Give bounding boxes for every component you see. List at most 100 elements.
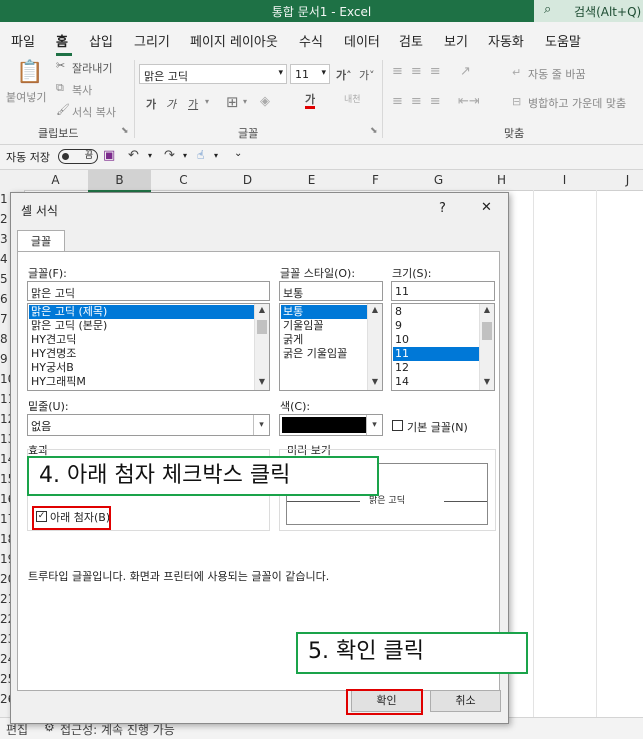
undo-icon[interactable]: ↶ [128,148,139,163]
size-input[interactable]: 11 [391,281,495,301]
underline-button[interactable]: 가 [188,96,198,112]
scroll-up-icon[interactable]: ▲ [480,305,494,317]
column-header[interactable]: G [407,173,470,187]
tab-review[interactable]: 검토 [399,31,423,50]
list-item[interactable]: 14 [393,375,409,389]
paste-icon[interactable]: 📋 [16,60,43,85]
list-item[interactable]: 8 [393,305,402,319]
vertical-align-icons[interactable]: ≡≡≡ [392,64,449,79]
underline-select[interactable]: 없음 ▾ [27,414,270,436]
save-icon[interactable]: ▣ [103,148,115,163]
merge-icon[interactable]: ⊟ [512,95,521,108]
chevron-down-icon[interactable]: ▾ [183,151,187,160]
list-item[interactable]: 기울임꼴 [281,319,323,333]
list-item[interactable]: HY그래픽M [29,375,86,389]
copy-button[interactable]: 복사 [72,82,92,98]
font-style-list[interactable]: 보통 기울임꼴 굵게 굵은 기울임꼴 ▲ ▼ [279,303,383,391]
tab-file[interactable]: 파일 [11,31,35,50]
column-header[interactable]: I [533,173,596,187]
tab-automate[interactable]: 자동화 [488,31,524,50]
scroll-thumb[interactable] [482,322,492,340]
format-painter-button[interactable]: 서식 복사 [72,104,116,120]
tab-font[interactable]: 글꼴 [17,230,65,252]
paste-button[interactable]: 붙여넣기 [6,89,46,105]
tab-page-layout[interactable]: 페이지 레이아웃 [190,31,278,50]
font-list-scrollbar[interactable]: ▲ ▼ [254,304,269,390]
list-item[interactable]: HY견명조 [29,347,76,361]
normal-font-label[interactable]: 기본 글꼴(N) [407,419,468,435]
tab-help[interactable]: 도움말 [545,31,581,50]
bold-button[interactable]: 가 [146,96,156,112]
clipboard-launcher-icon[interactable]: ⬊ [121,126,129,136]
column-header[interactable]: F [344,173,407,187]
wrap-text-button[interactable]: 자동 줄 바꿈 [528,66,586,82]
list-item[interactable]: HY궁서B [29,361,74,375]
customize-qat-icon[interactable]: ⌄ [234,148,242,159]
copy-icon[interactable]: ⧉ [56,81,64,95]
touch-mode-icon[interactable]: ☝ [197,148,204,162]
cut-button[interactable]: 잘라내기 [72,60,112,76]
wrap-text-icon[interactable]: ↵ [512,66,521,79]
size-list[interactable]: 8 9 10 11 12 14 ▲ ▼ [391,303,495,391]
column-header[interactable]: C [152,173,215,187]
search-box[interactable]: ⌕ 검색(Alt+Q) [534,0,643,22]
font-name-field[interactable]: 맑은 고딕 ▾ [139,64,287,84]
font-input[interactable]: 맑은 고딕 [27,281,270,301]
scroll-down-icon[interactable]: ▼ [255,377,269,389]
style-list-scrollbar[interactable]: ▲ ▼ [367,304,382,390]
tab-insert[interactable]: 삽입 [89,31,113,50]
list-item[interactable]: 굵게 [281,333,303,347]
list-item[interactable]: 12 [393,361,409,375]
scroll-up-icon[interactable]: ▲ [368,305,382,317]
close-button[interactable]: ✕ [481,200,492,215]
cancel-button[interactable]: 취소 [430,690,501,712]
column-header[interactable]: H [470,173,533,187]
list-item[interactable]: 11 [393,347,479,361]
list-item[interactable]: 맑은 고딕 (제목) [29,305,257,319]
tab-formulas[interactable]: 수식 [299,31,323,50]
chevron-down-icon[interactable]: ▾ [243,97,247,106]
font-list[interactable]: 맑은 고딕 (제목) 맑은 고딕 (본문) HY견고딕 HY견명조 HY궁서B … [27,303,270,391]
shrink-font-button[interactable]: 가˅ [359,67,375,83]
tab-data[interactable]: 데이터 [344,31,380,50]
tab-view[interactable]: 보기 [444,31,468,50]
italic-button[interactable]: 가 [166,96,176,112]
list-item[interactable]: 10 [393,333,409,347]
column-header[interactable]: E [280,173,343,187]
column-header[interactable]: A [24,173,87,187]
cut-icon[interactable]: ✂ [56,59,65,72]
column-header[interactable]: D [216,173,279,187]
normal-font-checkbox[interactable] [392,420,403,431]
grow-font-button[interactable]: 가˄ [336,67,352,83]
tab-home[interactable]: 홈 [56,31,68,50]
size-list-scrollbar[interactable]: ▲ ▼ [479,304,494,390]
font-size-field[interactable]: 11 ▾ [290,64,330,84]
help-button[interactable]: ? [439,201,446,216]
font-launcher-icon[interactable]: ⬊ [370,126,378,136]
tab-draw[interactable]: 그리기 [134,31,170,50]
autosave-toggle[interactable]: 끔 [58,149,98,164]
chevron-down-icon[interactable]: ▾ [366,415,382,435]
color-select[interactable]: ▾ [279,414,383,436]
list-item[interactable]: 굵은 기울임꼴 [281,347,347,361]
horizontal-align-icons[interactable]: ≡≡≡ [392,94,449,109]
column-header[interactable]: B [88,170,151,192]
scroll-thumb[interactable] [257,320,267,334]
list-item[interactable]: 보통 [281,305,367,319]
column-header[interactable]: J [596,173,643,187]
indent-icons[interactable]: ⇤⇥ [458,94,480,109]
chevron-down-icon[interactable]: ▾ [148,151,152,160]
scroll-down-icon[interactable]: ▼ [480,377,494,389]
scroll-up-icon[interactable]: ▲ [255,305,269,317]
orientation-icon[interactable]: ↗ [460,64,471,79]
list-item[interactable]: HY견고딕 [29,333,76,347]
font-color-button[interactable]: 가 [305,94,316,109]
borders-icon[interactable]: ⊞ [226,93,239,111]
merge-center-button[interactable]: 병합하고 가운데 맞춤 [528,95,626,111]
chevron-down-icon[interactable]: ▾ [253,415,269,435]
list-item[interactable]: 맑은 고딕 (본문) [29,319,107,333]
list-item[interactable]: 9 [393,319,402,333]
font-style-input[interactable]: 보통 [279,281,383,301]
redo-icon[interactable]: ↷ [164,148,175,163]
format-painter-icon[interactable]: 🖌 [56,103,70,116]
